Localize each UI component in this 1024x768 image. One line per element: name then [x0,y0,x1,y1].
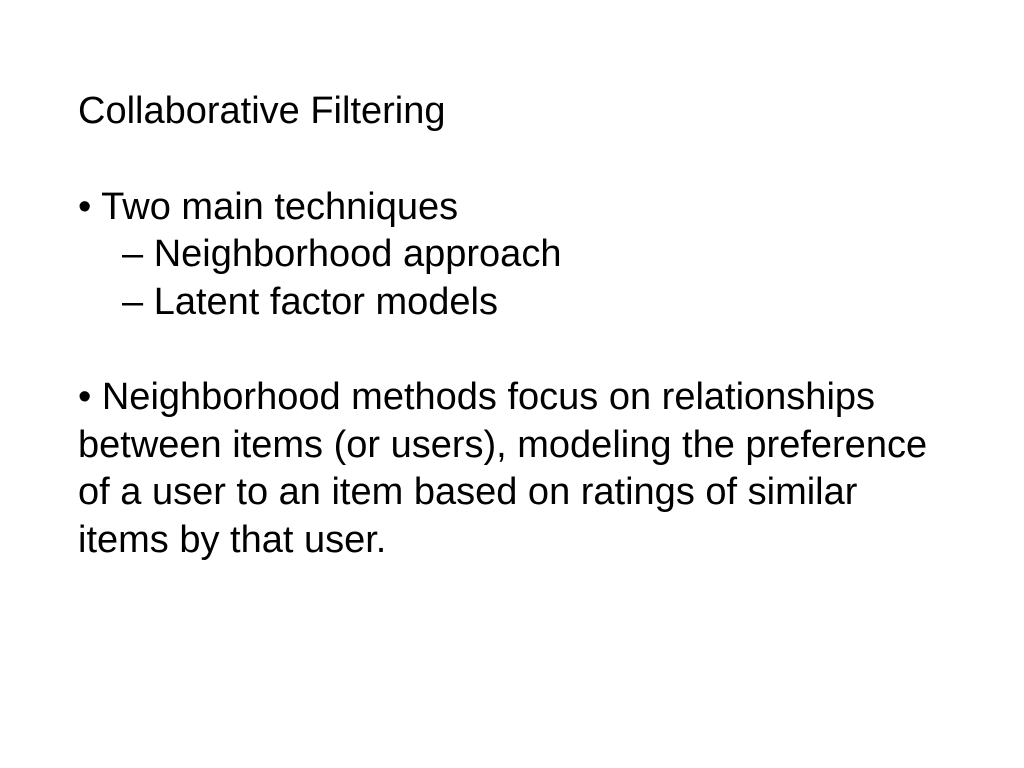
bullet-group-techniques: • Two main techniques – Neighborhood app… [78,184,946,327]
bullet-neighborhood-description: • Neighborhood methods focus on relation… [78,374,946,564]
slide-title: Collaborative Filtering [78,88,946,136]
sub-bullet-neighborhood: – Neighborhood approach [78,231,946,279]
bullet-main-techniques: • Two main techniques [78,184,946,232]
sub-bullet-latent-factor: – Latent factor models [78,279,946,327]
